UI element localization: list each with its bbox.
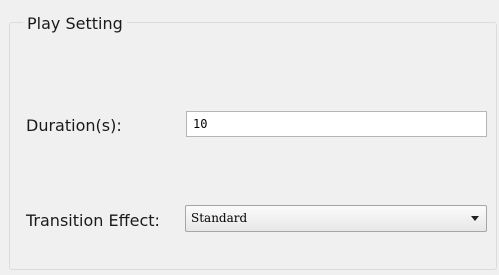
duration-label: Duration(s):	[26, 116, 122, 135]
transition-effect-value: Standard	[191, 211, 248, 225]
duration-input[interactable]	[186, 111, 487, 137]
play-setting-groupbox	[9, 22, 497, 270]
transition-effect-label: Transition Effect:	[26, 211, 160, 230]
play-setting-title: Play Setting	[23, 14, 127, 34]
transition-effect-select[interactable]: Standard	[185, 205, 487, 232]
chevron-down-icon[interactable]	[471, 216, 479, 221]
